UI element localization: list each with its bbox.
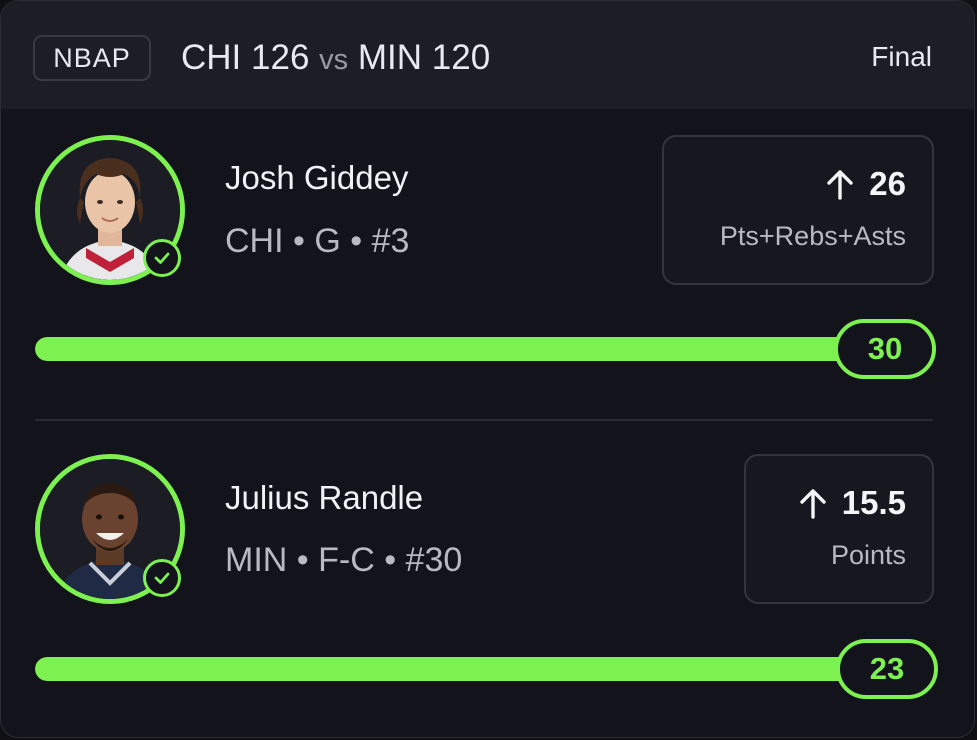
pick-card: NBAP CHI 126 vs MIN 120 Final Josh Gidde… [0,0,975,738]
progress-bar [35,657,865,681]
projection-box: 26 Pts+Rebs+Asts [662,135,934,285]
stat-type: Points [830,540,906,570]
result-pill: 23 [836,639,938,699]
league-badge: NBAP [33,35,151,81]
home-score: 126 [251,38,310,77]
player-meta: MIN • F-C • #30 [225,541,463,579]
line-value: 26 [869,165,906,202]
game-score: CHI 126 vs MIN 120 [181,35,490,83]
game-header: NBAP CHI 126 vs MIN 120 Final [1,1,974,109]
vs-label: vs [319,44,349,76]
player-meta: CHI • G • #3 [225,222,410,260]
player-name: Josh Giddey [225,159,409,196]
progress-fill [35,337,865,361]
arrow-up-icon [827,170,853,200]
arrow-up-icon [800,489,826,519]
projection-box: 15.5 Points [744,454,934,604]
verified-check-icon [143,559,181,597]
projection-line: 26 [825,165,906,203]
progress-fill [35,657,865,681]
line-value: 15.5 [841,484,906,521]
home-team: CHI [181,38,242,77]
away-score: 120 [431,38,491,77]
divider [35,419,933,421]
result-pill: 30 [834,319,936,379]
projection-line: 15.5 [798,484,906,522]
progress-bar [35,337,865,361]
player-name: Julius Randle [225,479,424,516]
game-status: Final [871,41,932,72]
verified-check-icon [143,239,181,277]
stat-type: Pts+Rebs+Asts [719,221,906,251]
away-team: MIN [357,38,423,77]
